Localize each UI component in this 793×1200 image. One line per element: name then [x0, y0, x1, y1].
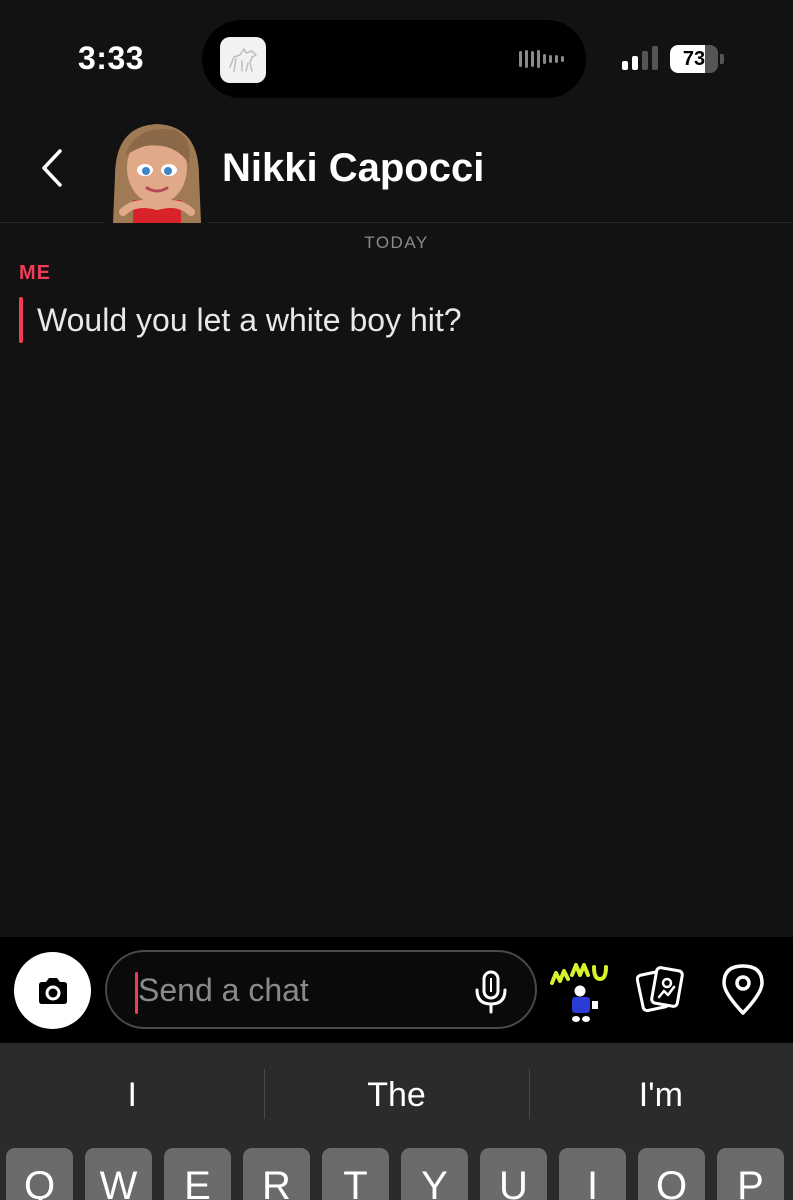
message-sender: ME: [19, 262, 51, 284]
chat-header: Nikki Capocci: [0, 110, 793, 223]
chat-input-placeholder: Send a chat: [138, 972, 309, 1008]
message-accent-bar: [19, 297, 23, 343]
message[interactable]: Would you let a white boy hit?: [19, 296, 462, 344]
date-label: TODAY: [364, 233, 429, 252]
bitmoji-sticker-icon: [550, 963, 608, 1022]
horse-icon: [220, 37, 266, 83]
key-u[interactable]: U: [480, 1148, 547, 1200]
battery-tip: [720, 54, 724, 64]
camera-icon: [38, 977, 67, 1004]
key-r[interactable]: R: [243, 1148, 310, 1200]
key-i[interactable]: I: [559, 1148, 626, 1200]
keyboard-suggestions: I The I'm: [0, 1043, 793, 1147]
audio-wave-icon: [519, 50, 564, 68]
map-pin-icon: [722, 964, 764, 1015]
chevron-left-icon: [42, 149, 62, 187]
location-button[interactable]: [720, 963, 766, 1017]
message-text: Would you let a white boy hit?: [37, 301, 462, 338]
chat-area: TODAY ME Would you let a white boy hit?: [0, 224, 793, 937]
key-y[interactable]: Y: [401, 1148, 468, 1200]
back-button[interactable]: [34, 146, 70, 190]
key-p[interactable]: P: [717, 1148, 784, 1200]
microphone-button[interactable]: [473, 970, 509, 1014]
status-bar: 3:33 73: [0, 0, 793, 120]
avatar[interactable]: [105, 116, 209, 223]
suggestion-1[interactable]: I: [0, 1043, 264, 1147]
battery-icon: 73: [670, 45, 718, 73]
dynamic-island[interactable]: [202, 20, 586, 98]
key-w[interactable]: W: [85, 1148, 152, 1200]
bitmoji-avatar-icon: [105, 116, 209, 223]
suggestion-3[interactable]: I'm: [528, 1043, 793, 1147]
key-t[interactable]: T: [322, 1148, 389, 1200]
keyboard: I The I'm Q W E R T Y U I O P: [0, 1043, 793, 1200]
contact-name[interactable]: Nikki Capocci: [222, 146, 484, 191]
key-e[interactable]: E: [164, 1148, 231, 1200]
camera-button[interactable]: [14, 952, 91, 1029]
bitmoji-sticker-button[interactable]: [548, 961, 614, 1025]
photo-cards-icon: [635, 966, 684, 1013]
key-o[interactable]: O: [638, 1148, 705, 1200]
memories-button[interactable]: [635, 963, 686, 1017]
cellular-signal-icon: [622, 46, 658, 70]
chat-input-bar: Send a chat: [0, 937, 793, 1043]
key-q[interactable]: Q: [6, 1148, 73, 1200]
battery-level: 73: [682, 48, 706, 70]
chat-input[interactable]: Send a chat: [105, 950, 537, 1029]
status-time: 3:33: [78, 40, 145, 76]
keyboard-row-1: Q W E R T Y U I O P: [6, 1148, 784, 1200]
suggestion-2[interactable]: The: [264, 1043, 528, 1147]
microphone-icon: [475, 970, 507, 1014]
